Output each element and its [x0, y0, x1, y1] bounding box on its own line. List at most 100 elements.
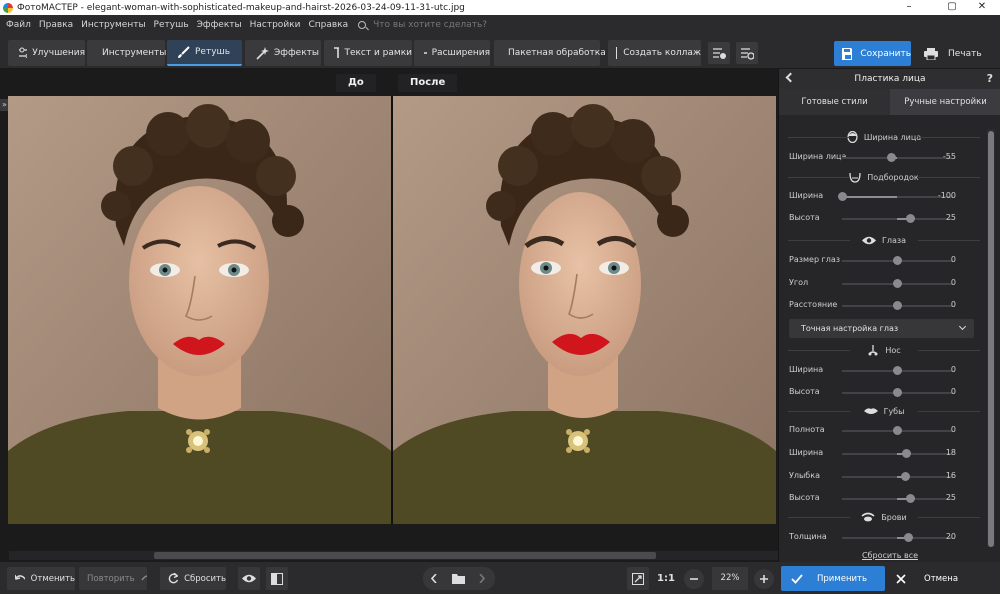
print-button[interactable]: Печать: [918, 41, 998, 66]
slider-handle[interactable]: [892, 301, 902, 310]
chevron-right-icon[interactable]: [479, 574, 485, 583]
redo-button[interactable]: Повторить: [79, 567, 147, 590]
batch-processing-button[interactable]: Пакетная обработка: [494, 40, 606, 66]
after-label: После: [398, 74, 458, 92]
plus-icon: [760, 575, 768, 583]
section-chin: Подбородок: [782, 170, 986, 184]
preview-toggle-button[interactable]: [238, 567, 260, 590]
slider-eye-distance[interactable]: Расстояние 0: [782, 298, 986, 312]
search-box[interactable]: Что вы хотите сделать?: [358, 20, 487, 30]
create-collage-button[interactable]: Создать коллаж: [608, 40, 701, 66]
tab-tools[interactable]: Инструменты: [87, 40, 166, 66]
slider-nose-height[interactable]: Высота 0: [782, 385, 986, 399]
split-view-button[interactable]: [266, 567, 288, 590]
menu-file[interactable]: Файл: [0, 20, 35, 30]
slider-lip-smile[interactable]: Улыбка 16: [782, 469, 986, 483]
slider-nose-width[interactable]: Ширина 0: [782, 363, 986, 377]
chevron-down-icon: [958, 322, 967, 331]
menu-retouch[interactable]: Ретушь: [150, 20, 193, 30]
slider-lip-fullness[interactable]: Полнота 0: [782, 423, 986, 437]
horizontal-scrollbar[interactable]: [9, 551, 778, 560]
minus-icon: [690, 578, 698, 580]
tab-enhancements[interactable]: Улучшения: [8, 40, 85, 66]
slider-eye-size[interactable]: Размер глаз 0: [782, 253, 986, 267]
fit-to-screen-button[interactable]: [627, 567, 649, 590]
tab-text-frames[interactable]: Текст и рамки: [324, 40, 412, 66]
file-navigation: [423, 567, 495, 590]
before-label: До: [336, 74, 376, 92]
slider-chin-height[interactable]: Высота 25: [782, 211, 986, 225]
tab-label: Текст и рамки: [344, 48, 412, 58]
tab-label: Ретушь: [195, 47, 231, 57]
cancel-button[interactable]: Отмена: [890, 566, 1000, 591]
chin-icon: [849, 172, 861, 183]
close-window-button[interactable]: ✕: [964, 0, 1000, 15]
tab-extensions[interactable]: Расширения: [414, 40, 490, 66]
slider-handle[interactable]: [902, 449, 912, 458]
slider-brow-thickness[interactable]: Толщина 20: [782, 530, 986, 544]
menu-edit[interactable]: Правка: [35, 20, 77, 30]
menu-tools[interactable]: Инструменты: [77, 20, 149, 30]
apply-button[interactable]: Применить: [781, 566, 885, 591]
brow-icon: [861, 512, 875, 522]
photo-canvas[interactable]: » До После: [0, 69, 778, 562]
slider-handle[interactable]: [903, 533, 913, 542]
back-arrow-icon[interactable]: [785, 72, 796, 83]
tab-effects[interactable]: Эффекты: [245, 40, 321, 66]
menu-effects[interactable]: Эффекты: [193, 20, 246, 30]
slider-handle[interactable]: [892, 256, 902, 265]
slider-handle[interactable]: [892, 426, 902, 435]
tab-retouch[interactable]: Ретушь: [167, 40, 242, 66]
after-photo[interactable]: [393, 96, 776, 524]
help-icon[interactable]: ?: [987, 72, 993, 85]
split-view-icon: [271, 572, 283, 585]
plus-icon: [424, 52, 427, 54]
zoom-out-button[interactable]: [684, 569, 704, 589]
section-eyes: Глаза: [782, 233, 986, 247]
slider-face-width[interactable]: Ширина лица -55: [782, 150, 986, 164]
slider-handle[interactable]: [887, 153, 896, 162]
slider-eye-angle[interactable]: Угол 0: [782, 276, 986, 290]
reset-all-link[interactable]: Сбросить все: [779, 551, 1000, 560]
app-logo-icon: [3, 2, 13, 13]
search-input[interactable]: Что вы хотите сделать?: [373, 20, 487, 30]
save-label: Сохранить: [860, 48, 911, 59]
compare-settings-button[interactable]: [708, 42, 730, 64]
slider-handle[interactable]: [905, 494, 915, 503]
slider-handle[interactable]: [892, 279, 902, 288]
actual-size-button[interactable]: 1:1: [655, 567, 677, 590]
undo-button[interactable]: Отменить: [7, 567, 75, 590]
info-settings-button[interactable]: [736, 42, 758, 64]
folder-icon[interactable]: [452, 573, 465, 584]
floppy-disk-icon: [842, 47, 853, 60]
before-photo[interactable]: [8, 96, 391, 524]
dropdown-label: Точная настройка глаз: [801, 324, 899, 333]
tab-manual[interactable]: Ручные настройки: [890, 89, 1000, 115]
save-button[interactable]: Сохранить: [834, 41, 911, 66]
slider-lip-height[interactable]: Высота 25: [782, 491, 986, 505]
panel-scrollbar[interactable]: [987, 129, 995, 547]
zoom-level[interactable]: 22%: [712, 567, 748, 590]
minimize-button[interactable]: –: [891, 0, 927, 15]
slider-handle[interactable]: [892, 388, 902, 397]
menu-settings[interactable]: Настройки: [246, 20, 305, 30]
tab-label: Расширения: [431, 48, 490, 58]
reset-button[interactable]: Сбросить: [160, 567, 226, 590]
slider-handle[interactable]: [837, 192, 847, 201]
menu-help[interactable]: Справка: [304, 20, 352, 30]
settings-scroll-area[interactable]: Ширина лица Ширина лица -55 Подбородок Ши…: [782, 119, 986, 544]
checkmark-icon: [791, 573, 803, 584]
chevron-left-icon[interactable]: [431, 574, 437, 583]
expand-icon: [632, 572, 644, 585]
slider-chin-width[interactable]: Ширина -100: [782, 189, 986, 203]
scrollbar-thumb[interactable]: [988, 131, 994, 547]
scrollbar-thumb[interactable]: [154, 552, 656, 559]
slider-handle[interactable]: [905, 214, 915, 223]
sliders-icon: [19, 47, 28, 59]
slider-handle[interactable]: [901, 472, 911, 481]
tab-presets[interactable]: Готовые стили: [779, 89, 890, 115]
eye-precise-dropdown[interactable]: Точная настройка глаз: [789, 319, 974, 338]
zoom-in-button[interactable]: [754, 569, 774, 589]
slider-handle[interactable]: [892, 366, 902, 375]
slider-lip-width[interactable]: Ширина 18: [782, 446, 986, 460]
